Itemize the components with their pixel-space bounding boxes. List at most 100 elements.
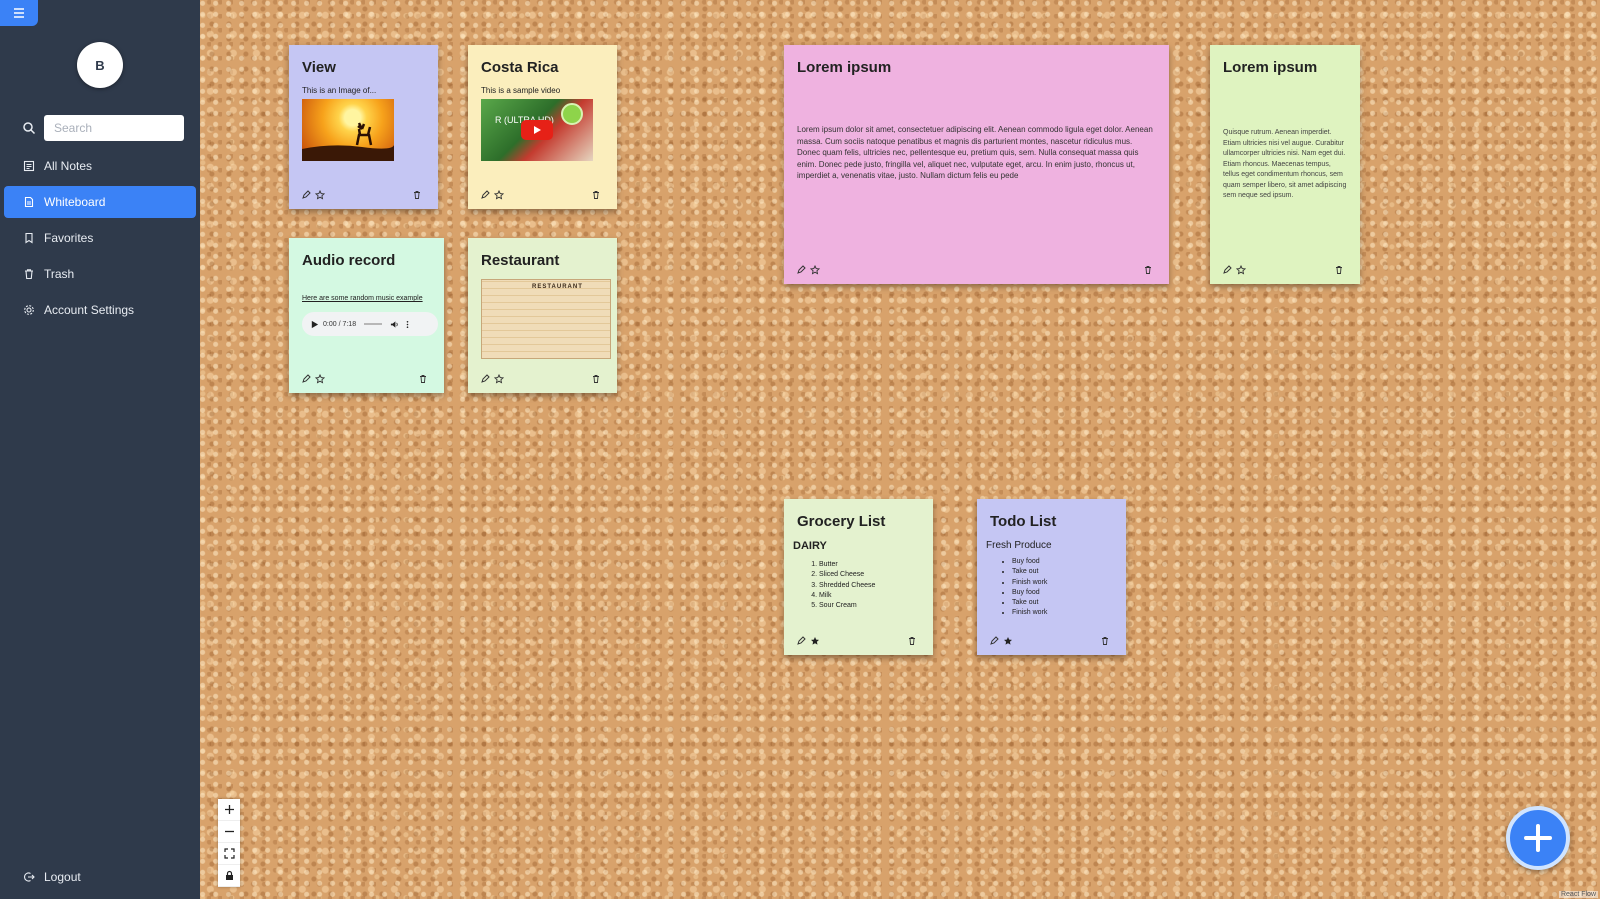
star-outline-icon[interactable] [810, 265, 820, 275]
list-item: Butter [819, 560, 920, 570]
delete-icon[interactable] [591, 190, 601, 200]
delete-icon[interactable] [591, 374, 601, 384]
youtube-play-button[interactable] [521, 120, 553, 140]
react-flow-attribution[interactable]: React Flow [1558, 891, 1598, 898]
sidebar-item-whiteboard[interactable]: Whiteboard [4, 186, 196, 218]
star-outline-icon[interactable] [1236, 265, 1246, 275]
note-title: Restaurant [481, 252, 560, 269]
delete-icon[interactable] [412, 190, 422, 200]
sidebar-item-trash[interactable]: Trash [4, 258, 196, 290]
note-card-audio-record[interactable]: Audio record Here are some random music … [289, 238, 444, 393]
notes-icon [23, 160, 35, 172]
list-item: Shredded Cheese [819, 581, 920, 591]
note-actions [480, 189, 605, 201]
note-card-view[interactable]: View This is an Image of... [289, 45, 438, 209]
menu-toggle-button[interactable] [0, 0, 38, 26]
edit-icon[interactable] [1222, 265, 1232, 275]
note-actions [301, 373, 432, 385]
delete-icon[interactable] [1100, 636, 1110, 646]
video-thumbnail[interactable]: R (ULTRA HD) [481, 99, 593, 161]
list-item: Sour Cream [819, 601, 920, 611]
volume-icon[interactable] [390, 320, 399, 329]
audio-player[interactable]: 0:00 / 7:18 [302, 312, 438, 336]
list-heading: Fresh Produce [986, 540, 1052, 551]
note-card-todo-list[interactable]: Todo List Fresh Produce Buy food Take ou… [977, 499, 1126, 655]
grocery-list: Butter Sliced Cheese Shredded Cheese Mil… [797, 560, 920, 611]
fit-view-button[interactable] [218, 843, 240, 865]
note-title: Audio record [302, 252, 396, 269]
list-item: Buy food [1012, 557, 1113, 567]
edit-icon[interactable] [989, 636, 999, 646]
play-icon[interactable] [310, 320, 319, 329]
sidebar-item-favorites[interactable]: Favorites [4, 222, 196, 254]
add-note-button[interactable] [1506, 806, 1570, 870]
star-outline-icon[interactable] [315, 374, 325, 384]
sidebar-item-label: All Notes [44, 159, 93, 173]
edit-icon[interactable] [480, 374, 490, 384]
list-item: Milk [819, 591, 920, 601]
note-card-grocery-list[interactable]: Grocery List DAIRY Butter Sliced Cheese … [784, 499, 933, 655]
note-text: Quisque rutrum. Aenean imperdiet. Etiam … [1223, 129, 1347, 199]
lime-graphic [561, 103, 583, 125]
delete-icon[interactable] [907, 636, 917, 646]
logout-icon [24, 872, 35, 882]
whiteboard-icon [24, 196, 34, 208]
note-card-lorem-ipsum-green[interactable]: Lorem ipsum Quisque rutrum. Aenean imper… [1210, 45, 1360, 284]
edit-icon[interactable] [301, 374, 311, 384]
note-card-lorem-ipsum-pink[interactable]: Lorem ipsum Lorem ipsum dolor sit amet, … [784, 45, 1169, 284]
zoom-in-button[interactable] [218, 799, 240, 821]
list-item: Sliced Cheese [819, 570, 920, 580]
search-input[interactable] [44, 115, 184, 141]
list-heading: DAIRY [793, 540, 827, 552]
bookmark-icon [25, 232, 33, 244]
fit-view-icon [223, 848, 235, 859]
more-options-icon[interactable] [403, 320, 412, 329]
delete-icon[interactable] [418, 374, 428, 384]
edit-icon[interactable] [796, 265, 806, 275]
star-outline-icon[interactable] [494, 190, 504, 200]
note-title: View [302, 59, 336, 76]
note-card-costa-rica[interactable]: Costa Rica This is a sample video R (ULT… [468, 45, 617, 209]
star-outline-icon[interactable] [494, 374, 504, 384]
note-actions [796, 635, 921, 647]
sidebar-item-account-settings[interactable]: Account Settings [4, 294, 196, 326]
note-actions [796, 264, 1157, 276]
star-filled-icon[interactable] [1003, 636, 1013, 646]
lock-button[interactable] [218, 865, 240, 887]
star-outline-icon[interactable] [315, 190, 325, 200]
delete-icon[interactable] [1143, 265, 1153, 275]
lock-icon [225, 870, 233, 880]
receipt-header: RESTAURANT [532, 284, 583, 290]
list-item: Buy food [1012, 588, 1113, 598]
delete-icon[interactable] [1334, 265, 1344, 275]
trash-icon [25, 269, 33, 280]
sidebar-nav: All Notes Whiteboard Favorites Trash Acc… [4, 150, 196, 330]
zoom-out-icon [224, 830, 234, 833]
sidebar: B All Notes Whiteboard Favorites Trash A… [0, 0, 200, 899]
avatar[interactable]: B [77, 42, 123, 88]
list-item: Take out [1012, 598, 1113, 608]
note-title: Grocery List [797, 513, 886, 530]
music-link[interactable]: Here are some random music example [302, 295, 431, 302]
zoom-out-button[interactable] [218, 821, 240, 843]
note-text: This is a sample video [481, 86, 561, 95]
star-filled-icon[interactable] [810, 636, 820, 646]
edit-icon[interactable] [301, 190, 311, 200]
sidebar-item-label: Whiteboard [44, 195, 106, 209]
audio-time: 0:00 / 7:18 [323, 320, 357, 328]
sidebar-item-all-notes[interactable]: All Notes [4, 150, 196, 182]
gear-icon [24, 305, 34, 315]
note-card-restaurant[interactable]: Restaurant RESTAURANT [468, 238, 617, 393]
logout-button[interactable]: Logout [23, 870, 81, 884]
logout-label: Logout [44, 870, 81, 884]
note-actions [480, 373, 605, 385]
edit-icon[interactable] [480, 190, 490, 200]
note-title: Lorem ipsum [1223, 59, 1318, 76]
list-item: Finish work [1012, 578, 1113, 588]
menu-icon [14, 8, 24, 18]
note-title: Todo List [990, 513, 1057, 530]
audio-progress-bar[interactable] [364, 323, 383, 325]
play-icon [534, 126, 541, 134]
list-item: Finish work [1012, 608, 1113, 618]
edit-icon[interactable] [796, 636, 806, 646]
